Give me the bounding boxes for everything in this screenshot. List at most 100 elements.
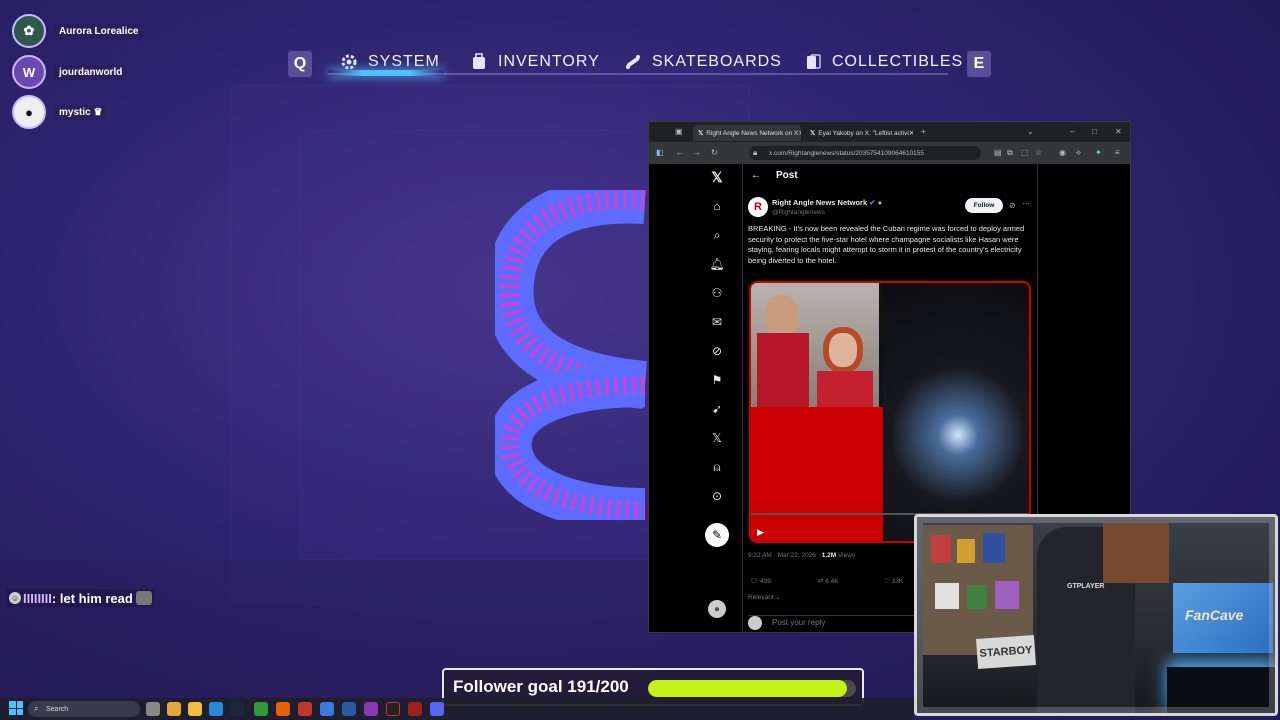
mail-icon[interactable]: ✉ — [704, 312, 730, 332]
grok-icon[interactable]: ⊘ — [1009, 201, 1016, 210]
bookmark-icon[interactable]: ⚑ — [704, 370, 730, 390]
file-explorer-icon[interactable] — [188, 702, 202, 716]
sidebar-icon[interactable]: ◧ — [656, 148, 664, 157]
gold-badge-icon: ● — [877, 198, 883, 207]
task-view-icon[interactable] — [146, 702, 160, 716]
menu-icon[interactable]: ≡ — [1115, 148, 1120, 157]
edge-icon[interactable] — [209, 702, 223, 716]
app-icon[interactable] — [320, 702, 334, 716]
tab-label: SKATEBOARDS — [652, 53, 782, 70]
tweet-video[interactable]: ▶ — [749, 281, 1031, 543]
tab-actions-icon[interactable]: ▣ — [675, 127, 683, 136]
bell-icon[interactable]: 🔔︎ — [704, 254, 730, 274]
author-handle[interactable]: @Rightanglenews — [772, 209, 825, 216]
search-placeholder: Search — [46, 705, 69, 713]
windows-start-icon[interactable] — [9, 701, 23, 715]
avatar: ✿ — [12, 14, 46, 48]
avatar[interactable]: ● — [708, 600, 726, 618]
app-icon[interactable] — [364, 702, 378, 716]
tab-skateboards[interactable]: SKATEBOARDS — [624, 48, 782, 76]
x-logo-icon: 𝕏 — [698, 130, 704, 137]
minimize-icon[interactable]: – — [1070, 127, 1074, 136]
browser-tab-bar: ▣ 𝕏 Right Angle News Network on X ✕ 𝕏 Ey… — [649, 122, 1130, 142]
extension-icon[interactable]: ✦ — [1095, 148, 1102, 157]
reader-icon[interactable]: ▤ — [994, 148, 1002, 157]
close-window-icon[interactable]: ✕ — [1115, 127, 1122, 136]
repost-button[interactable]: ⇄ 6.4K — [818, 577, 839, 585]
follow-button[interactable]: Follow — [965, 198, 1003, 213]
views-count: 1.2M — [821, 552, 837, 559]
x-logo-icon[interactable]: 𝕏 — [704, 167, 730, 187]
profile-icon[interactable]: ⍝ — [704, 457, 730, 477]
copilot-icon[interactable] — [167, 702, 181, 716]
play-icon[interactable]: ▶ — [757, 527, 764, 538]
home-icon[interactable]: ⌂ — [704, 196, 730, 216]
puzzle-icon[interactable]: ⟡ — [1076, 148, 1081, 158]
close-icon[interactable]: ✕ — [909, 129, 913, 137]
more-icon[interactable]: ⊙ — [704, 486, 730, 506]
close-icon[interactable]: ✕ — [798, 129, 801, 137]
grok-icon[interactable]: ⊘ — [704, 341, 730, 361]
e-key-button[interactable]: E — [967, 51, 991, 77]
xbox-icon[interactable] — [254, 702, 268, 716]
taskbar-search[interactable]: ⌕ Search — [28, 701, 140, 717]
skateboard-icon — [624, 53, 642, 71]
search-icon[interactable]: ⌕ — [704, 225, 730, 245]
gear-icon — [340, 53, 358, 71]
address-bar: ◧ ← → ↻ x.com/Rightanglenews/status/2035… — [649, 142, 1130, 164]
heart-icon: ♡ — [884, 578, 890, 585]
avatar — [748, 615, 762, 630]
url-field[interactable]: x.com/Rightanglenews/status/203575410906… — [749, 146, 981, 160]
star-icon[interactable]: ☆ — [1035, 148, 1042, 157]
verified-badge-icon: ✔ — [869, 198, 876, 207]
new-tab-icon[interactable]: + — [921, 127, 926, 136]
chat-message: ☺ IIIIIIII : let him read — [6, 589, 155, 607]
brave-icon[interactable] — [298, 702, 312, 716]
like-button[interactable]: ♡ 33K — [884, 577, 903, 585]
screenshot-icon[interactable]: ⧉ — [1007, 148, 1013, 158]
firefox-icon[interactable] — [276, 702, 290, 716]
tab-inventory[interactable]: INVENTORY — [470, 48, 600, 76]
reload-icon[interactable]: ↻ — [711, 148, 718, 157]
compose-post-button[interactable]: ✎ — [705, 523, 729, 547]
extensions-icon[interactable]: ⬚ — [1021, 148, 1029, 157]
add-people-icon[interactable]: ⚇ — [704, 283, 730, 303]
tab-label: SYSTEM — [368, 53, 440, 70]
author-name[interactable]: Right Angle News Network ✔ ● — [772, 198, 882, 207]
discord-icon[interactable] — [430, 702, 444, 716]
follower-goal-label: Follower goal 191/200 — [453, 677, 629, 696]
app-icon[interactable] — [342, 702, 356, 716]
follower-goal-fill — [648, 680, 847, 697]
q-key-button[interactable]: Q — [288, 51, 312, 77]
back-icon[interactable]: ← — [676, 148, 684, 157]
tweet-meta: 9:22 AM · Mar 22, 2026 · 1.2M Views — [748, 552, 855, 559]
reply-button[interactable]: 💬︎ 499 — [750, 577, 771, 585]
tab-title: Eyal Yakoby on X: "Leftist activi — [818, 129, 909, 137]
avatar: ● — [12, 95, 46, 129]
browser-tab-1[interactable]: 𝕏 Right Angle News Network on X ✕ — [693, 125, 801, 141]
like-count: 33K — [891, 578, 904, 585]
browser-tab-2[interactable]: 𝕏 Eyal Yakoby on X: "Leftist activi ✕ — [805, 125, 913, 141]
reply-input[interactable]: Post your reply — [772, 618, 825, 627]
more-options-icon[interactable]: ⋯ — [1022, 199, 1030, 208]
rocket-icon[interactable]: ➹ — [704, 399, 730, 419]
video-frame-dark — [883, 283, 1029, 541]
profile-icon[interactable]: ◉ — [1059, 148, 1066, 157]
backpack-icon — [470, 53, 488, 71]
follower-goal-progress — [648, 680, 856, 697]
forward-icon[interactable]: → — [693, 148, 701, 157]
tab-title: Right Angle News Network on X — [706, 129, 799, 137]
app-icon[interactable] — [386, 702, 400, 716]
reply-sort-dropdown[interactable]: Relevant ⌄ — [748, 593, 781, 601]
viewer-3: ● mystic ♛ — [12, 95, 108, 129]
chevron-down-icon[interactable]: ⌄ — [1027, 127, 1034, 136]
tab-collectibles[interactable]: COLLECTIBLES — [804, 48, 963, 76]
search-icon: ⌕ — [34, 704, 39, 713]
chat-text: let him read — [59, 590, 133, 606]
premium-x-icon[interactable]: 𝕏 — [704, 428, 730, 448]
maximize-icon[interactable]: □ — [1092, 127, 1097, 136]
back-arrow-icon[interactable]: ← — [751, 170, 761, 181]
app-icon[interactable] — [408, 702, 422, 716]
author-avatar[interactable]: R — [748, 197, 768, 217]
steam-icon[interactable] — [230, 702, 244, 716]
